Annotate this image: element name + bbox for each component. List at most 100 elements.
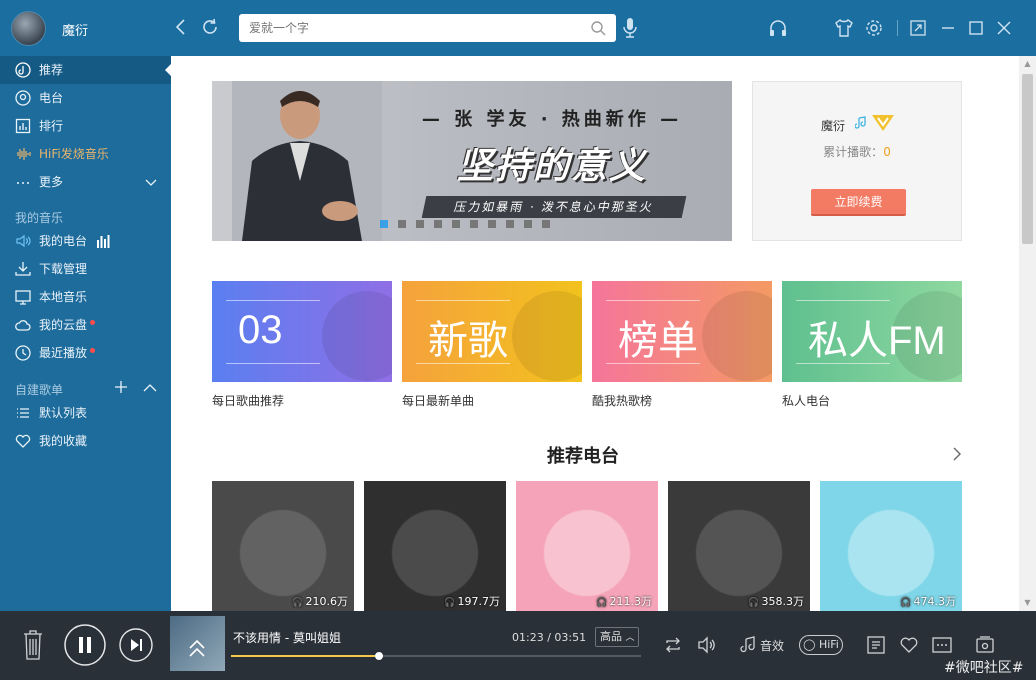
- promo-banner[interactable]: — 张 学友 · 热曲新作 — 坚持的意义 压力如暴雨 · 泼不息心中那圣火: [212, 81, 732, 241]
- microphone-icon[interactable]: [622, 17, 638, 39]
- music-note-icon[interactable]: [739, 635, 759, 655]
- username[interactable]: 魔衍: [62, 20, 88, 39]
- maximize-icon[interactable]: [966, 18, 986, 38]
- effects-label[interactable]: 音效: [760, 637, 784, 654]
- song-title[interactable]: 不该用情 - 莫叫姐姐: [233, 629, 341, 646]
- radio-card[interactable]: 197.7万: [364, 481, 506, 611]
- next-track-button[interactable]: [119, 628, 153, 662]
- album-cover[interactable]: [170, 616, 225, 671]
- repeat-icon[interactable]: [663, 635, 683, 655]
- scrollbar[interactable]: ▲ ▼: [1019, 56, 1036, 611]
- feature-tile[interactable]: 榜单: [592, 281, 772, 382]
- tile-label: 私人FM: [808, 319, 946, 363]
- clock-icon: [15, 345, 31, 361]
- radio-cover: [385, 503, 485, 603]
- tile-decoration: [702, 291, 772, 381]
- sidebar-item-cloud[interactable]: 我的云盘: [0, 311, 171, 339]
- feature-tile[interactable]: 私人FM: [782, 281, 962, 382]
- carousel-dot[interactable]: [524, 220, 532, 228]
- notification-dot: [90, 320, 96, 325]
- vip-username: 魔衍: [821, 119, 846, 133]
- sidebar-item-label: 我的收藏: [39, 434, 88, 448]
- chevron-down-icon[interactable]: [145, 176, 157, 188]
- sidebar-item-favorites[interactable]: 我的收藏: [0, 427, 171, 455]
- hifi-toggle[interactable]: ◯ HiFi: [799, 635, 843, 655]
- carousel-dot[interactable]: [488, 220, 496, 228]
- play-count: 累计播歌：0: [823, 145, 891, 159]
- sidebar-item-my-radio[interactable]: 我的电台: [0, 227, 171, 255]
- playlist-queue-icon[interactable]: [975, 635, 995, 655]
- carousel-dot[interactable]: [416, 220, 424, 228]
- carousel-dot[interactable]: [542, 220, 550, 228]
- chevron-right-icon[interactable]: [951, 447, 963, 461]
- scroll-down-arrow[interactable]: ▼: [1019, 595, 1036, 611]
- carousel-dot[interactable]: [452, 220, 460, 228]
- sidebar-item-more[interactable]: 更多: [0, 168, 171, 196]
- headphones-icon[interactable]: [768, 18, 788, 38]
- sidebar-item-recommend[interactable]: 推荐: [0, 56, 171, 84]
- carousel-dot[interactable]: [434, 220, 442, 228]
- tile-label: 新歌: [428, 319, 508, 363]
- progress-knob[interactable]: [374, 652, 383, 660]
- pause-button[interactable]: [64, 624, 106, 666]
- tile-caption[interactable]: 每日最新单曲: [402, 392, 474, 409]
- sidebar-item-charts[interactable]: 排行: [0, 112, 171, 140]
- carousel-dot[interactable]: [470, 220, 478, 228]
- gear-icon[interactable]: [864, 18, 884, 38]
- trash-icon[interactable]: [22, 629, 44, 661]
- list-icon: [17, 408, 29, 418]
- heart-icon[interactable]: [899, 635, 919, 655]
- progress-bar[interactable]: [231, 652, 641, 660]
- listen-count: 210.6万: [292, 593, 349, 609]
- sidebar-item-label: 电台: [39, 91, 64, 105]
- feature-tile[interactable]: 新歌: [402, 281, 582, 382]
- tile-caption[interactable]: 每日歌曲推荐: [212, 392, 284, 409]
- carousel-dot[interactable]: [506, 220, 514, 228]
- mini-mode-icon[interactable]: [908, 18, 928, 38]
- lyrics-icon[interactable]: [866, 635, 886, 655]
- radio-cover: [689, 503, 789, 603]
- radio-card[interactable]: 211.3万: [516, 481, 658, 611]
- carousel-dot[interactable]: [380, 220, 388, 228]
- radio-card[interactable]: 210.6万: [212, 481, 354, 611]
- heart-icon: [15, 434, 31, 448]
- carousel-dot[interactable]: [398, 220, 406, 228]
- sidebar-item-radio[interactable]: 电台: [0, 84, 171, 112]
- radio-card[interactable]: 474.3万: [820, 481, 962, 611]
- tile-rule: [226, 363, 320, 364]
- banner-headline: 坚持的意义: [456, 146, 647, 187]
- scrollbar-thumb[interactable]: [1022, 74, 1033, 244]
- search-box: [239, 14, 616, 42]
- quality-select[interactable]: 高品 ︿: [595, 627, 639, 647]
- sidebar-item-label: 排行: [39, 119, 64, 133]
- tile-caption[interactable]: 私人电台: [782, 392, 830, 409]
- search-input[interactable]: [249, 19, 579, 37]
- minimize-icon[interactable]: [938, 18, 958, 38]
- tile-rule: [796, 300, 890, 301]
- back-icon[interactable]: [170, 16, 192, 38]
- radio-card[interactable]: 358.3万: [668, 481, 810, 611]
- radio-icon: [15, 90, 31, 106]
- tile-caption[interactable]: 酷我热歌榜: [592, 392, 652, 409]
- refresh-icon[interactable]: [199, 16, 221, 38]
- feature-tile[interactable]: 03: [212, 281, 392, 382]
- more-options-icon[interactable]: [932, 635, 952, 655]
- sidebar-item-recent[interactable]: 最近播放: [0, 339, 171, 367]
- sidebar-item-label: 下载管理: [39, 262, 88, 276]
- skin-shirt-icon[interactable]: [834, 18, 854, 38]
- search-icon[interactable]: [590, 20, 606, 36]
- scroll-up-arrow[interactable]: ▲: [1019, 56, 1036, 72]
- sidebar-item-hifi[interactable]: HiFi发烧音乐: [0, 140, 171, 168]
- tile-decoration: [512, 291, 582, 381]
- add-icon[interactable]: [114, 380, 128, 394]
- sidebar-item-downloads[interactable]: 下载管理: [0, 255, 171, 283]
- progress-fill: [231, 655, 379, 657]
- vip-diamond-icon: [872, 115, 894, 131]
- renew-button[interactable]: 立即续费: [811, 189, 906, 216]
- sidebar-item-default-list[interactable]: 默认列表: [0, 399, 171, 427]
- close-icon[interactable]: [994, 18, 1014, 38]
- volume-icon[interactable]: [697, 635, 717, 655]
- sidebar-item-local-music[interactable]: 本地音乐: [0, 283, 171, 311]
- chevron-up-icon[interactable]: [143, 382, 157, 394]
- avatar[interactable]: [11, 11, 46, 46]
